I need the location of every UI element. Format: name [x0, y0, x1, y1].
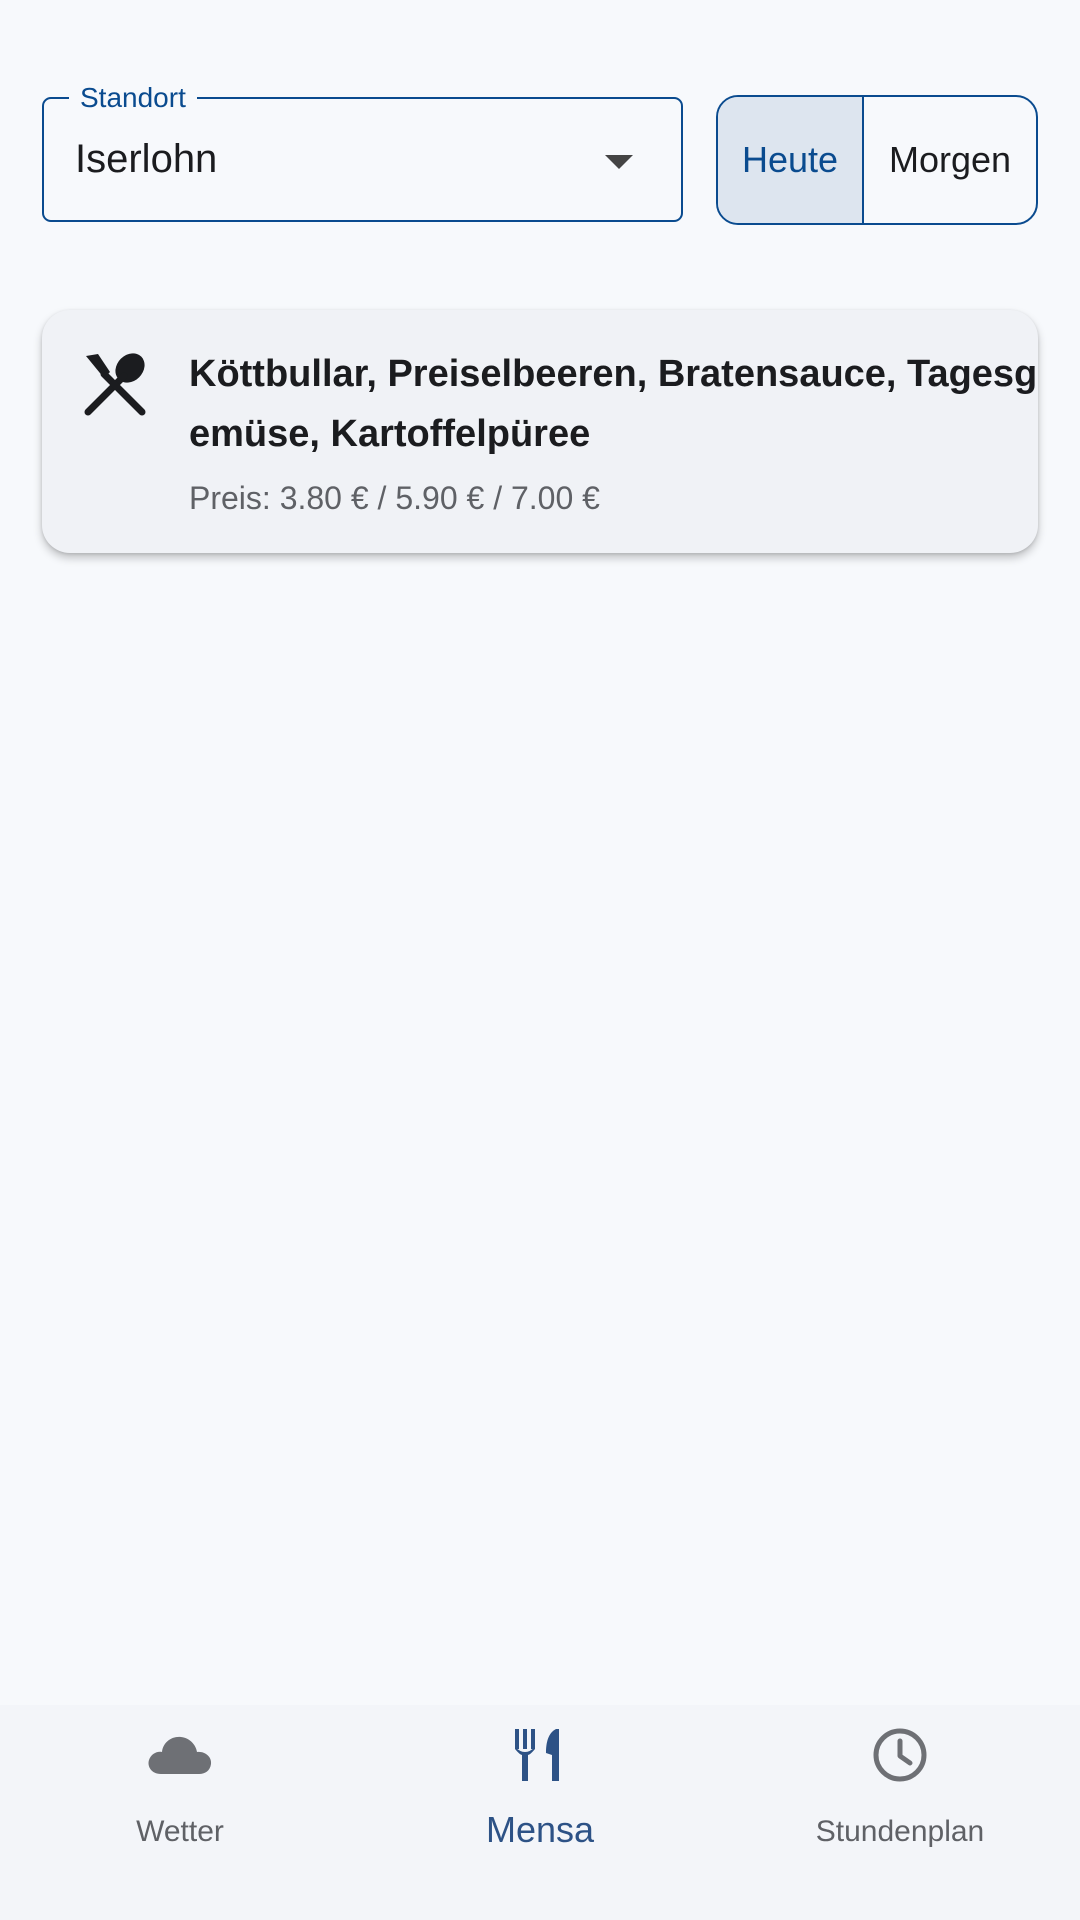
meal-name: Köttbullar, Preiselbeeren, Bratensauce, … — [189, 353, 1038, 455]
meal-price: Preis: 3.80 € / 5.90 € / 7.00 € — [189, 480, 600, 516]
restaurant-icon — [515, 1729, 559, 1781]
location-value: Iserlohn — [75, 137, 218, 181]
clock-icon — [873, 1728, 927, 1782]
nav-label-stundenplan: Stundenplan — [815, 1815, 985, 1848]
nav-item-wetter[interactable]: Wetter — [0, 1705, 360, 1920]
day-toggle: Heute Morgen — [716, 95, 1038, 225]
cloud-icon — [148, 1736, 212, 1774]
nav-label-mensa: Mensa — [485, 1809, 595, 1850]
cutlery-icon — [84, 353, 146, 416]
nav-item-mensa[interactable]: Mensa — [360, 1705, 720, 1920]
meal-card[interactable]: Köttbullar, Preiselbeeren, Bratensauce, … — [42, 310, 1038, 553]
day-today-button[interactable]: Heute — [718, 97, 864, 223]
bottom-navigation: Wetter Mensa Stundenplan — [0, 1705, 1080, 1920]
nav-label-wetter: Wetter — [136, 1815, 224, 1848]
nav-item-stundenplan[interactable]: Stundenplan — [720, 1705, 1080, 1920]
location-label: Standort — [69, 80, 197, 116]
dropdown-arrow-icon — [605, 155, 633, 169]
location-dropdown[interactable]: Standort Iserlohn — [42, 80, 683, 222]
day-tomorrow-button[interactable]: Morgen — [864, 97, 1036, 223]
